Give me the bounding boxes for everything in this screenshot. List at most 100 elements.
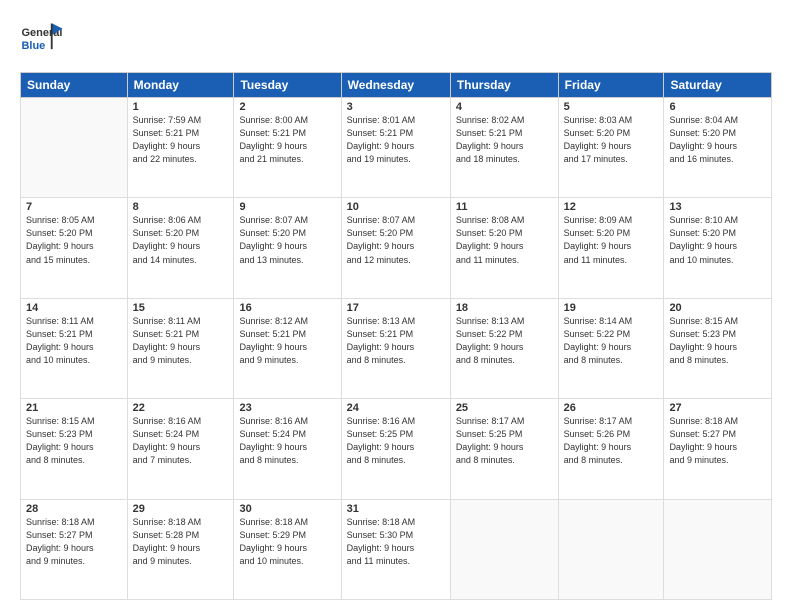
day-number: 19 (564, 302, 659, 314)
day-info: Sunrise: 8:18 AMSunset: 5:30 PMDaylight:… (347, 516, 445, 568)
day-number: 29 (133, 503, 229, 515)
weekday-header: Tuesday (234, 73, 341, 98)
day-info: Sunrise: 8:06 AMSunset: 5:20 PMDaylight:… (133, 214, 229, 266)
day-info: Sunrise: 8:17 AMSunset: 5:25 PMDaylight:… (456, 415, 553, 467)
calendar-cell: 11Sunrise: 8:08 AMSunset: 5:20 PMDayligh… (450, 198, 558, 298)
day-info: Sunrise: 8:07 AMSunset: 5:20 PMDaylight:… (347, 214, 445, 266)
calendar-cell: 29Sunrise: 8:18 AMSunset: 5:28 PMDayligh… (127, 499, 234, 599)
day-number: 21 (26, 402, 122, 414)
calendar-cell: 6Sunrise: 8:04 AMSunset: 5:20 PMDaylight… (664, 98, 772, 198)
day-number: 9 (239, 201, 335, 213)
calendar-cell: 24Sunrise: 8:16 AMSunset: 5:25 PMDayligh… (341, 399, 450, 499)
calendar-header: SundayMondayTuesdayWednesdayThursdayFrid… (21, 73, 772, 98)
day-info: Sunrise: 8:07 AMSunset: 5:20 PMDaylight:… (239, 214, 335, 266)
calendar-cell: 5Sunrise: 8:03 AMSunset: 5:20 PMDaylight… (558, 98, 664, 198)
day-info: Sunrise: 8:14 AMSunset: 5:22 PMDaylight:… (564, 315, 659, 367)
day-number: 8 (133, 201, 229, 213)
day-info: Sunrise: 8:18 AMSunset: 5:27 PMDaylight:… (26, 516, 122, 568)
calendar-cell: 14Sunrise: 8:11 AMSunset: 5:21 PMDayligh… (21, 298, 128, 398)
day-info: Sunrise: 8:13 AMSunset: 5:22 PMDaylight:… (456, 315, 553, 367)
day-info: Sunrise: 8:16 AMSunset: 5:24 PMDaylight:… (239, 415, 335, 467)
weekday-header: Friday (558, 73, 664, 98)
calendar-week-row: 14Sunrise: 8:11 AMSunset: 5:21 PMDayligh… (21, 298, 772, 398)
day-number: 28 (26, 503, 122, 515)
day-info: Sunrise: 8:17 AMSunset: 5:26 PMDaylight:… (564, 415, 659, 467)
calendar-cell: 23Sunrise: 8:16 AMSunset: 5:24 PMDayligh… (234, 399, 341, 499)
calendar-cell: 8Sunrise: 8:06 AMSunset: 5:20 PMDaylight… (127, 198, 234, 298)
calendar-cell: 25Sunrise: 8:17 AMSunset: 5:25 PMDayligh… (450, 399, 558, 499)
day-number: 11 (456, 201, 553, 213)
day-number: 13 (669, 201, 766, 213)
calendar-cell: 12Sunrise: 8:09 AMSunset: 5:20 PMDayligh… (558, 198, 664, 298)
day-number: 12 (564, 201, 659, 213)
calendar-cell: 30Sunrise: 8:18 AMSunset: 5:29 PMDayligh… (234, 499, 341, 599)
day-number: 15 (133, 302, 229, 314)
day-number: 18 (456, 302, 553, 314)
day-info: Sunrise: 8:05 AMSunset: 5:20 PMDaylight:… (26, 214, 122, 266)
day-number: 22 (133, 402, 229, 414)
calendar-cell: 3Sunrise: 8:01 AMSunset: 5:21 PMDaylight… (341, 98, 450, 198)
calendar-cell: 15Sunrise: 8:11 AMSunset: 5:21 PMDayligh… (127, 298, 234, 398)
day-info: Sunrise: 8:15 AMSunset: 5:23 PMDaylight:… (669, 315, 766, 367)
calendar-cell (558, 499, 664, 599)
day-info: Sunrise: 8:11 AMSunset: 5:21 PMDaylight:… (26, 315, 122, 367)
weekday-header: Wednesday (341, 73, 450, 98)
calendar-week-row: 7Sunrise: 8:05 AMSunset: 5:20 PMDaylight… (21, 198, 772, 298)
day-info: Sunrise: 8:02 AMSunset: 5:21 PMDaylight:… (456, 114, 553, 166)
calendar-body: 1Sunrise: 7:59 AMSunset: 5:21 PMDaylight… (21, 98, 772, 600)
day-number: 25 (456, 402, 553, 414)
day-info: Sunrise: 8:18 AMSunset: 5:29 PMDaylight:… (239, 516, 335, 568)
logo-icon: General Blue (20, 18, 64, 62)
header: General Blue (20, 18, 772, 62)
day-info: Sunrise: 8:18 AMSunset: 5:28 PMDaylight:… (133, 516, 229, 568)
calendar-cell: 1Sunrise: 7:59 AMSunset: 5:21 PMDaylight… (127, 98, 234, 198)
calendar-cell: 10Sunrise: 8:07 AMSunset: 5:20 PMDayligh… (341, 198, 450, 298)
calendar-cell (664, 499, 772, 599)
calendar-cell: 21Sunrise: 8:15 AMSunset: 5:23 PMDayligh… (21, 399, 128, 499)
day-number: 26 (564, 402, 659, 414)
day-number: 20 (669, 302, 766, 314)
svg-text:Blue: Blue (21, 40, 45, 52)
day-number: 14 (26, 302, 122, 314)
day-info: Sunrise: 8:18 AMSunset: 5:27 PMDaylight:… (669, 415, 766, 467)
day-number: 23 (239, 402, 335, 414)
calendar-cell (450, 499, 558, 599)
calendar-page: General Blue SundayMondayTuesdayWednesda… (0, 0, 792, 612)
calendar-cell: 4Sunrise: 8:02 AMSunset: 5:21 PMDaylight… (450, 98, 558, 198)
calendar-cell: 31Sunrise: 8:18 AMSunset: 5:30 PMDayligh… (341, 499, 450, 599)
weekday-header: Sunday (21, 73, 128, 98)
day-number: 24 (347, 402, 445, 414)
day-info: Sunrise: 8:08 AMSunset: 5:20 PMDaylight:… (456, 214, 553, 266)
calendar-cell: 22Sunrise: 8:16 AMSunset: 5:24 PMDayligh… (127, 399, 234, 499)
day-number: 16 (239, 302, 335, 314)
day-info: Sunrise: 8:15 AMSunset: 5:23 PMDaylight:… (26, 415, 122, 467)
calendar-cell: 13Sunrise: 8:10 AMSunset: 5:20 PMDayligh… (664, 198, 772, 298)
day-number: 27 (669, 402, 766, 414)
calendar-cell (21, 98, 128, 198)
calendar-cell: 16Sunrise: 8:12 AMSunset: 5:21 PMDayligh… (234, 298, 341, 398)
calendar-cell: 17Sunrise: 8:13 AMSunset: 5:21 PMDayligh… (341, 298, 450, 398)
weekday-header: Saturday (664, 73, 772, 98)
day-info: Sunrise: 8:00 AMSunset: 5:21 PMDaylight:… (239, 114, 335, 166)
calendar-week-row: 21Sunrise: 8:15 AMSunset: 5:23 PMDayligh… (21, 399, 772, 499)
calendar-table: SundayMondayTuesdayWednesdayThursdayFrid… (20, 72, 772, 600)
day-info: Sunrise: 8:01 AMSunset: 5:21 PMDaylight:… (347, 114, 445, 166)
weekday-header: Monday (127, 73, 234, 98)
calendar-cell: 19Sunrise: 8:14 AMSunset: 5:22 PMDayligh… (558, 298, 664, 398)
day-info: Sunrise: 8:16 AMSunset: 5:25 PMDaylight:… (347, 415, 445, 467)
calendar-cell: 9Sunrise: 8:07 AMSunset: 5:20 PMDaylight… (234, 198, 341, 298)
calendar-cell: 26Sunrise: 8:17 AMSunset: 5:26 PMDayligh… (558, 399, 664, 499)
day-number: 6 (669, 101, 766, 113)
day-info: Sunrise: 8:04 AMSunset: 5:20 PMDaylight:… (669, 114, 766, 166)
day-number: 7 (26, 201, 122, 213)
calendar-cell: 27Sunrise: 8:18 AMSunset: 5:27 PMDayligh… (664, 399, 772, 499)
calendar-cell: 28Sunrise: 8:18 AMSunset: 5:27 PMDayligh… (21, 499, 128, 599)
day-info: Sunrise: 8:13 AMSunset: 5:21 PMDaylight:… (347, 315, 445, 367)
weekday-header: Thursday (450, 73, 558, 98)
day-info: Sunrise: 8:09 AMSunset: 5:20 PMDaylight:… (564, 214, 659, 266)
day-number: 17 (347, 302, 445, 314)
day-number: 10 (347, 201, 445, 213)
calendar-cell: 2Sunrise: 8:00 AMSunset: 5:21 PMDaylight… (234, 98, 341, 198)
calendar-week-row: 28Sunrise: 8:18 AMSunset: 5:27 PMDayligh… (21, 499, 772, 599)
calendar-cell: 20Sunrise: 8:15 AMSunset: 5:23 PMDayligh… (664, 298, 772, 398)
